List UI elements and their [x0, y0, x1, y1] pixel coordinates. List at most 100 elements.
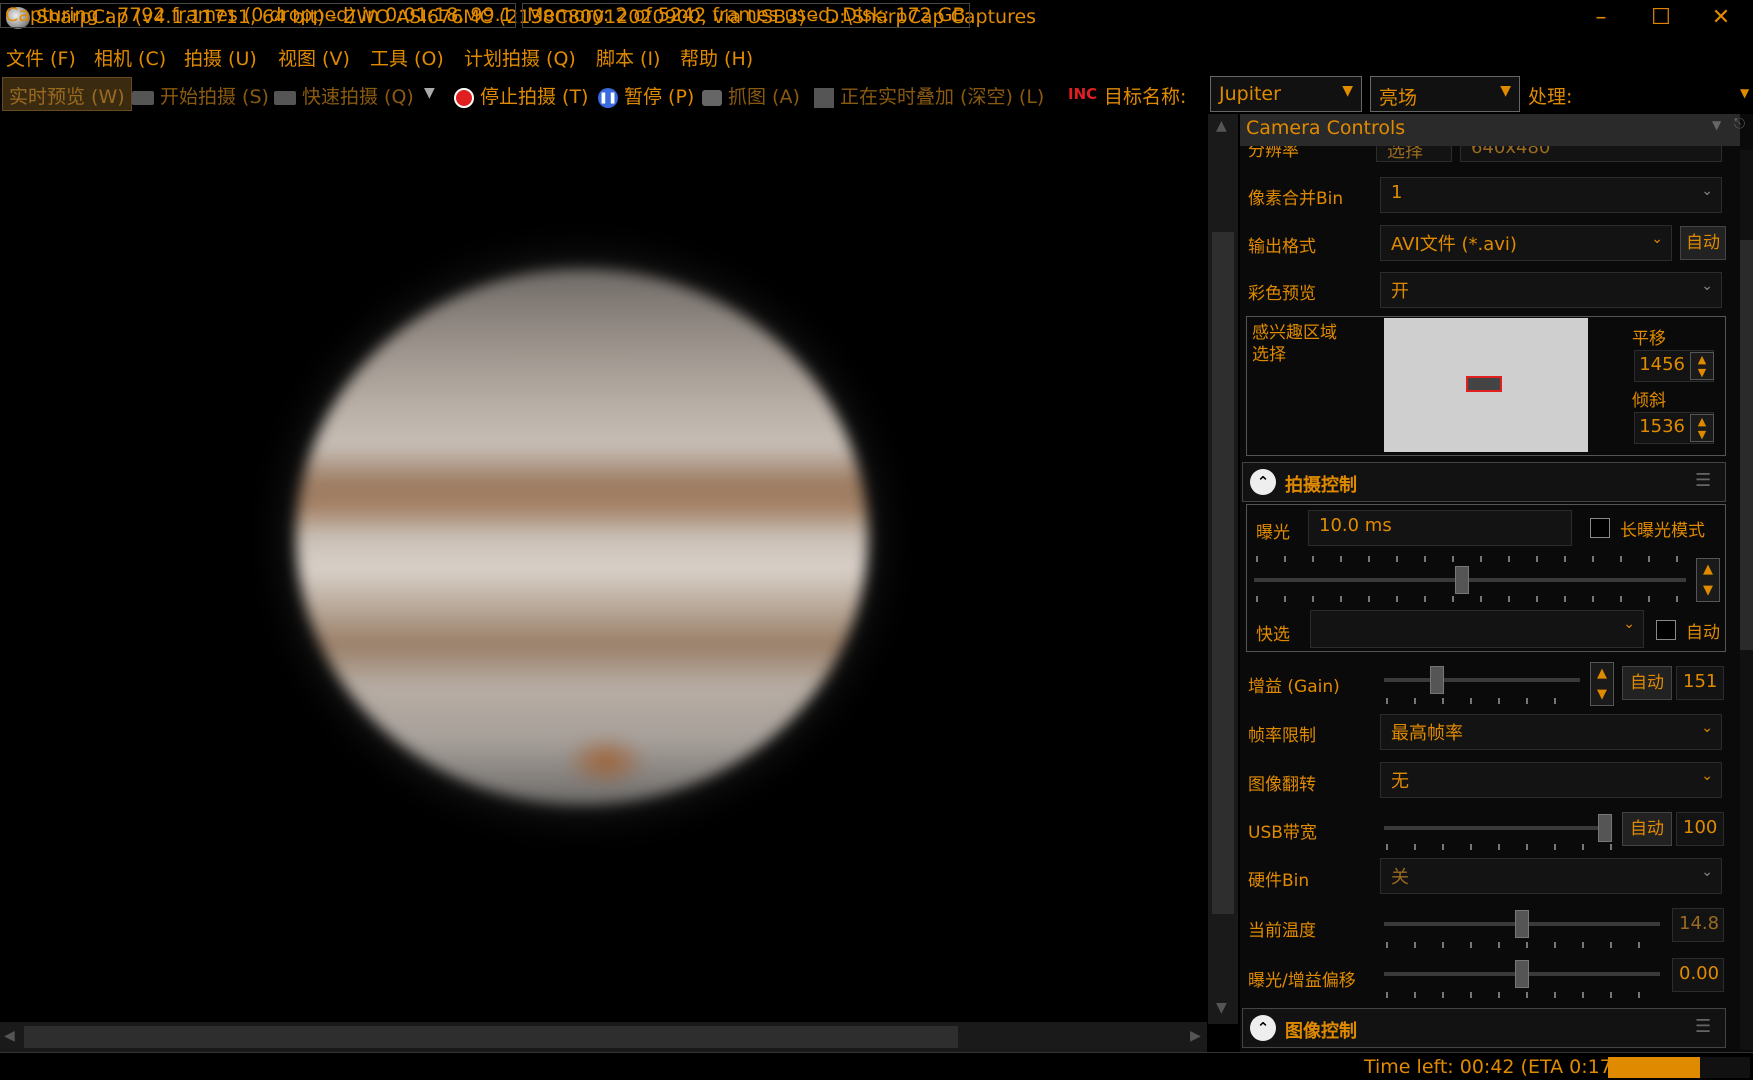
minimize-icon[interactable]: –: [1570, 0, 1632, 36]
resolution-select[interactable]: 640x480: [1460, 146, 1722, 162]
menu-bar: 文件 (F) 相机 (C) 拍摄 (U) 视图 (V) 工具 (O) 计划拍摄 …: [0, 38, 1753, 72]
usb-bandwidth-ticks: [1386, 844, 1614, 850]
exposure-slider-thumb[interactable]: [1454, 566, 1469, 594]
chevron-down-icon: ⌄: [1623, 616, 1635, 632]
quick-select-label: 快选: [1256, 625, 1290, 645]
roi-preview[interactable]: [1384, 318, 1588, 452]
frame-rate-limit-select[interactable]: 最高帧率 ⌄: [1380, 714, 1722, 750]
quick-select-auto-checkbox[interactable]: [1656, 620, 1676, 640]
hardware-bin-value: 关: [1391, 867, 1409, 888]
menu-capture[interactable]: 拍摄 (U): [184, 44, 257, 71]
image-viewport[interactable]: [0, 114, 1207, 1024]
maximize-icon[interactable]: ☐: [1630, 0, 1692, 36]
exposure-slider-track[interactable]: [1254, 578, 1686, 582]
binning-value: 1: [1391, 182, 1403, 203]
capture-control-header[interactable]: ⌃ 拍摄控制 ☰: [1242, 462, 1726, 502]
target-name-select[interactable]: Jupiter ▼: [1210, 76, 1362, 112]
frame-rate-limit-value: 最高帧率: [1391, 723, 1463, 744]
menu-file[interactable]: 文件 (F): [6, 44, 76, 71]
exposure-spinner[interactable]: ▲ ▼: [1696, 558, 1720, 602]
close-icon[interactable]: ✕: [1690, 0, 1752, 36]
usb-bandwidth-label: USB带宽: [1248, 823, 1317, 843]
stack-icon: [814, 87, 834, 108]
color-preview-select[interactable]: 开 ⌄: [1380, 272, 1722, 308]
toolbar-overflow-icon[interactable]: ▼: [1740, 86, 1749, 100]
menu-tools[interactable]: 工具 (O): [370, 44, 444, 71]
hardware-bin-select[interactable]: 关 ⌄: [1380, 858, 1722, 894]
frame-rate-limit-label: 帧率限制: [1248, 726, 1316, 746]
pause-button[interactable]: ❚❚ 暂停 (P): [598, 82, 694, 109]
menu-scheduler[interactable]: 计划拍摄 (Q): [464, 44, 576, 71]
pan-label: 平移: [1632, 329, 1666, 349]
temperature-value: 14.8: [1679, 913, 1720, 934]
long-exposure-checkbox[interactable]: [1590, 518, 1610, 538]
usb-bandwidth-slider-thumb[interactable]: [1598, 814, 1612, 842]
usb-bandwidth-slider-track[interactable]: [1384, 826, 1612, 830]
start-capture-button[interactable]: 开始拍摄 (S): [132, 82, 269, 109]
output-format-select[interactable]: AVI文件 (*.avi) ⌄: [1380, 225, 1672, 261]
scroll-up-icon[interactable]: ▲: [1216, 118, 1227, 134]
binning-label: 像素合并Bin: [1248, 189, 1344, 209]
frame-type-select[interactable]: 亮场 ▼: [1370, 76, 1520, 112]
scroll-right-icon[interactable]: ▶: [1190, 1028, 1201, 1044]
output-format-auto-button[interactable]: 自动: [1680, 226, 1726, 260]
offset-value-box[interactable]: 0.00: [1672, 958, 1724, 992]
usb-bandwidth-auto-button[interactable]: 自动: [1622, 812, 1672, 846]
usb-bandwidth-value: 100: [1683, 817, 1718, 838]
usb-bandwidth-value-box[interactable]: 100: [1676, 812, 1724, 846]
snapshot-button[interactable]: 抓图 (A): [702, 82, 800, 109]
panel-title: Camera Controls: [1246, 117, 1406, 139]
exposure-ticks-top: [1256, 556, 1688, 562]
pan-spinner[interactable]: ▲ ▼: [1690, 352, 1714, 380]
live-stack-label: 正在实时叠加 (深空) (L): [840, 86, 1045, 108]
capture-status: Capturing : 7792 frames (0 dropped) in 0…: [0, 3, 516, 28]
image-control-header[interactable]: ⌃ 图像控制 ☰: [1242, 1008, 1726, 1048]
menu-scripting[interactable]: 脚本 (I): [596, 44, 660, 71]
chevron-down-icon[interactable]: ▼: [424, 85, 435, 101]
gain-auto-button[interactable]: 自动: [1622, 666, 1672, 700]
toolbar: 实时预览 (W) 开始拍摄 (S) 快速拍摄 (Q) ▼ 停止拍摄 (T) ❚❚…: [0, 74, 1753, 114]
gain-value-box[interactable]: 151: [1676, 666, 1724, 700]
hamburger-icon[interactable]: ☰: [1695, 1016, 1711, 1037]
chevron-down-icon: ⌄: [1701, 864, 1713, 880]
quick-select-auto-label: 自动: [1686, 623, 1720, 643]
scroll-down-icon[interactable]: ▼: [1216, 1000, 1227, 1016]
stop-capture-label: 停止拍摄 (T): [480, 86, 589, 108]
target-name-value: Jupiter: [1219, 83, 1281, 105]
video-camera-icon: [132, 90, 154, 105]
menu-camera[interactable]: 相机 (C): [94, 44, 166, 71]
scroll-left-icon[interactable]: ◀: [4, 1028, 15, 1044]
color-preview-value: 开: [1391, 281, 1409, 302]
quick-capture-button[interactable]: 快速拍摄 (Q): [274, 82, 414, 109]
select-roi-button[interactable]: 选择ROI: [1376, 146, 1452, 162]
dropdown-arrow-icon: ▼: [1342, 83, 1353, 99]
gain-slider-thumb[interactable]: [1429, 666, 1444, 694]
stop-capture-button[interactable]: 停止拍摄 (T): [454, 82, 588, 109]
collapse-icon[interactable]: ⌃: [1250, 1015, 1276, 1041]
live-stack-button[interactable]: 正在实时叠加 (深空) (L): [814, 82, 1044, 109]
pin-icon[interactable]: ⎋: [1734, 116, 1745, 132]
offset-slider-thumb[interactable]: [1515, 960, 1529, 988]
quick-select-dropdown[interactable]: ⌄: [1310, 610, 1644, 648]
panel-scrollbar-thumb[interactable]: [1740, 240, 1753, 650]
binning-select[interactable]: 1 ⌄: [1380, 177, 1722, 213]
planet-image: [296, 269, 868, 805]
time-left-status: Time left: 00:42 (ETA 0:17): [1364, 1056, 1620, 1078]
menu-help[interactable]: 帮助 (H): [680, 44, 753, 71]
target-name-label: 目标名称:: [1104, 86, 1187, 108]
panel-dropdown-icon[interactable]: ▼: [1712, 118, 1721, 132]
gain-slider-track[interactable]: [1384, 678, 1580, 682]
hamburger-icon[interactable]: ☰: [1695, 470, 1711, 491]
offset-label: 曝光/增益偏移: [1248, 971, 1356, 991]
vertical-scrollbar-thumb[interactable]: [1212, 232, 1234, 914]
roi-rectangle[interactable]: [1466, 376, 1502, 392]
collapse-icon[interactable]: ⌃: [1250, 469, 1276, 495]
tilt-spinner[interactable]: ▲ ▼: [1690, 414, 1714, 442]
horizontal-scrollbar-thumb[interactable]: [24, 1026, 958, 1048]
live-preview-button[interactable]: 实时预览 (W): [2, 77, 132, 111]
menu-view[interactable]: 视图 (V): [278, 44, 350, 71]
exposure-input[interactable]: 10.0 ms: [1308, 510, 1572, 546]
image-flip-select[interactable]: 无 ⌄: [1380, 762, 1722, 798]
gain-spinner[interactable]: ▲ ▼: [1590, 662, 1614, 706]
tilt-label: 倾斜: [1632, 391, 1666, 411]
